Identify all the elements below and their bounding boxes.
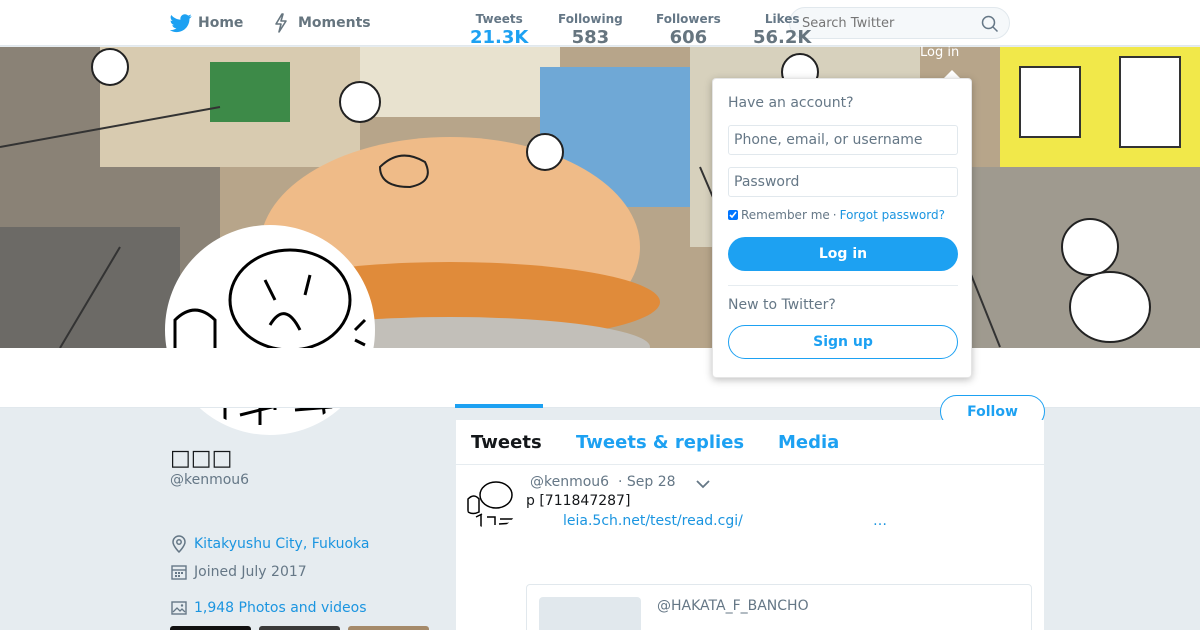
stat-following-label: Following [558,12,623,26]
tab-media[interactable]: Media [778,432,839,453]
remember-separator: · [832,208,837,222]
photos-videos-link[interactable]: 1,948 Photos and videos [170,599,367,617]
stat-tweets[interactable]: Tweets 21.3K [470,12,528,48]
search-box [789,7,1010,39]
quoted-tweet-card[interactable]: @HAKATA_F_BANCHO [526,584,1032,630]
remember-row: Remember me · Forgot password? [728,208,945,222]
calendar-icon [170,563,188,581]
tweet-timestamp[interactable]: · Sep 28 [618,474,676,490]
dropdown-divider [728,285,958,286]
media-thumbnail[interactable] [348,626,429,630]
stat-following[interactable]: Following 583 [558,12,623,48]
photo-icon [170,599,188,617]
stat-likes-value: 56.2K [753,27,812,48]
location-pin-icon [170,535,188,553]
tweet-link[interactable]: leia.5ch.net/test/read.cgi/ [563,513,743,529]
login-button[interactable]: Log in [728,237,958,271]
active-stat-underline [455,404,543,408]
tab-tweets[interactable]: Tweets [471,432,542,453]
nav-moments[interactable]: Moments [270,12,371,34]
timeline: Tweets Tweets & replies Media @kenmou6 ·… [456,420,1044,630]
username-field[interactable] [728,125,958,155]
profile-handle: @kenmou6 [170,472,250,488]
stat-tweets-label: Tweets [475,12,523,26]
new-to-twitter-label: New to Twitter? [728,297,836,313]
search-input[interactable] [802,15,972,31]
quoted-tweet-image [539,597,641,630]
stat-followers-value: 606 [669,27,708,48]
tweet-link-ellipsis: … [873,513,887,529]
stat-followers[interactable]: Followers 606 [656,12,721,48]
login-dropdown: Have an account? Remember me · Forgot pa… [712,78,972,378]
search-icon[interactable] [981,15,999,37]
quoted-tweet-handle: @HAKATA_F_BANCHO [657,598,809,614]
profile-location-label: Kitakyushu City, Fukuoka [194,536,370,552]
timeline-tabs: Tweets Tweets & replies Media [456,420,1044,465]
stat-tweets-value: 21.3K [470,27,529,48]
lightning-icon [270,12,292,34]
media-thumbnail[interactable] [170,626,251,630]
stat-likes-label: Likes [764,12,800,26]
tweet-avatar[interactable] [466,477,518,529]
tab-tweets-replies[interactable]: Tweets & replies [576,432,744,453]
media-thumbnails [170,626,429,630]
chevron-down-icon[interactable] [694,475,712,493]
forgot-password-link[interactable]: Forgot password? [840,208,945,222]
stat-likes[interactable]: Likes 56.2K [753,12,811,48]
profile-name: □□□ [170,446,233,471]
remember-me-label[interactable]: Remember me [741,208,830,222]
tweet-author-handle[interactable]: @kenmou6 [530,474,609,490]
stat-followers-label: Followers [656,12,721,26]
nav-home-label: Home [198,15,244,31]
signup-button[interactable]: Sign up [728,325,958,359]
nav-moments-label: Moments [298,15,371,31]
password-field[interactable] [728,167,958,197]
tweet-text: p [711847287] [526,493,631,509]
profile-joined: Joined July 2017 [170,563,307,581]
stat-following-value: 583 [571,27,610,48]
photos-videos-label: 1,948 Photos and videos [194,600,367,616]
profile-joined-label: Joined July 2017 [194,564,307,580]
remember-me-checkbox[interactable] [728,210,738,220]
login-menu-link[interactable]: Log in [920,45,959,60]
login-dropdown-title: Have an account? [728,95,854,111]
media-thumbnail[interactable] [259,626,340,630]
twitter-bird-icon [170,12,192,34]
profile-location[interactable]: Kitakyushu City, Fukuoka [170,535,369,553]
nav-home[interactable]: Home [170,12,243,34]
